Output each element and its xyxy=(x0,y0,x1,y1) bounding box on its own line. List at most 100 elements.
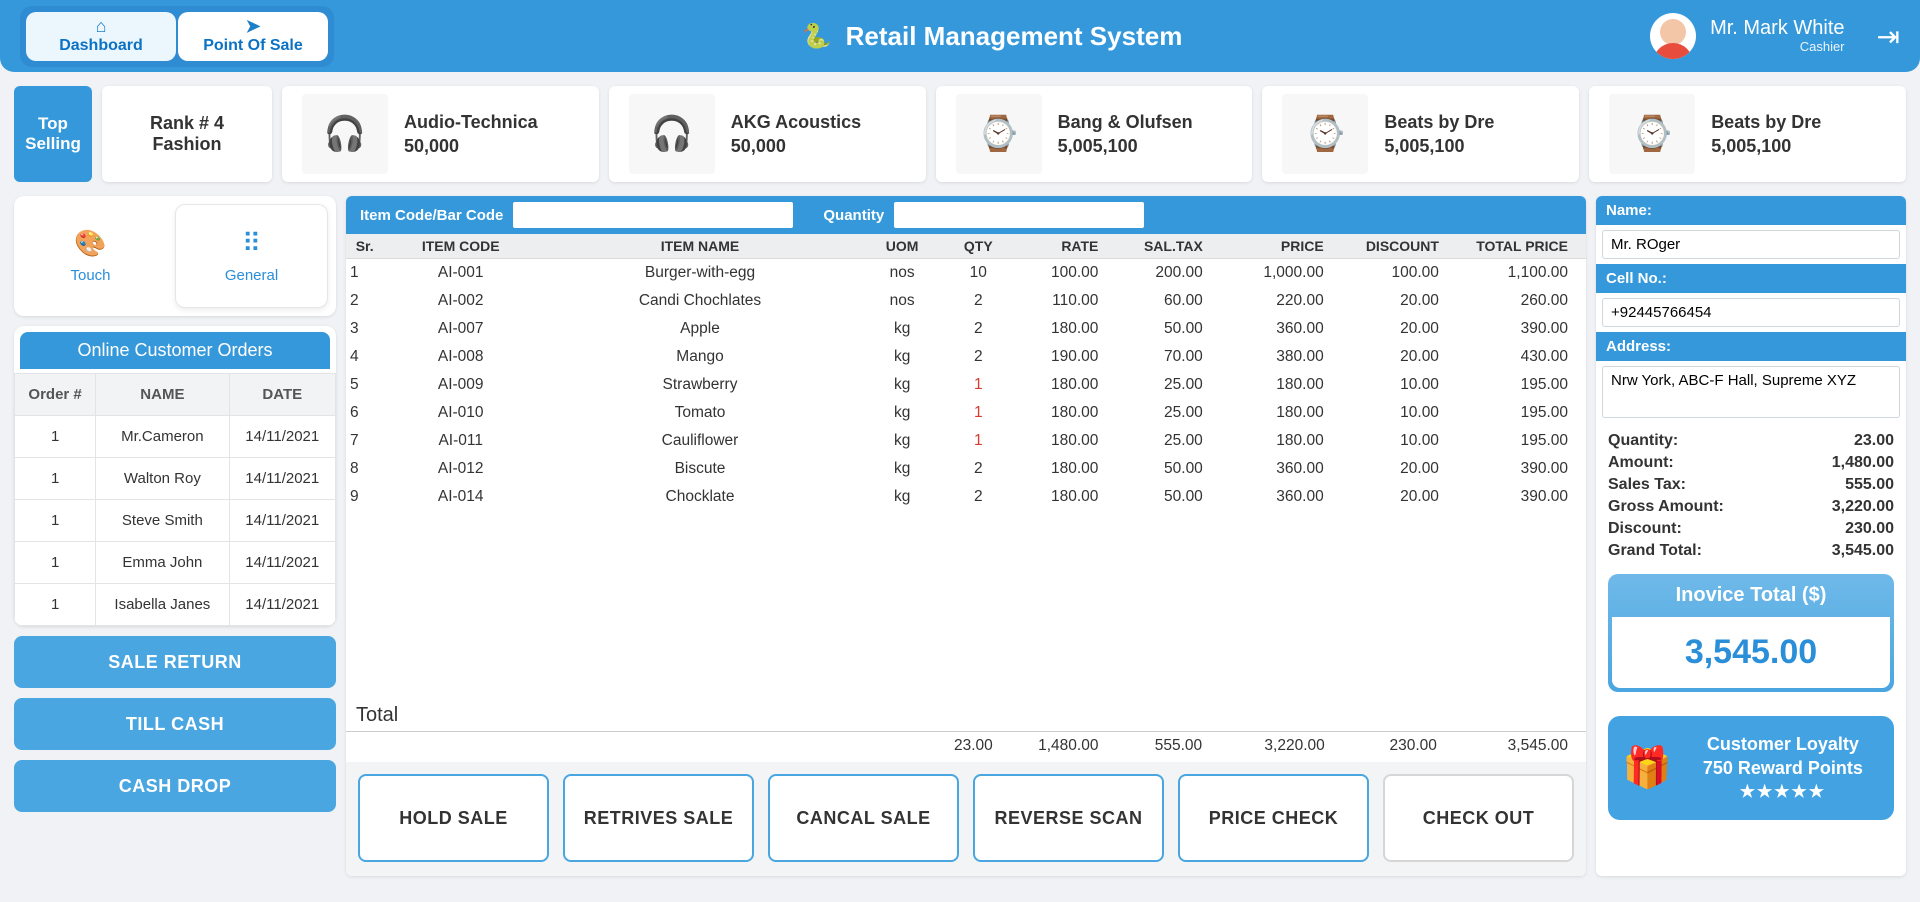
right-panel: Name: Cell No.: Address: Quantity:23.00A… xyxy=(1596,196,1906,876)
product-card[interactable]: ⌚ Beats by Dre 5,005,100 xyxy=(1589,86,1906,182)
grid-row[interactable]: 4AI-008Mangokg 2190.0070.00 380.0020.004… xyxy=(346,343,1586,371)
till-cash-button[interactable]: TILL CASH xyxy=(14,698,336,750)
orders-table: Order #NAMEDATE 1Mr.Cameron14/11/20211Wa… xyxy=(14,373,336,626)
order-row[interactable]: 1Steve Smith14/11/2021 xyxy=(15,500,336,542)
grid-row[interactable]: 8AI-012Biscutekg 2180.0050.00 360.0020.0… xyxy=(346,455,1586,483)
customer-cell-input[interactable] xyxy=(1602,298,1900,327)
sale-return-button[interactable]: SALE RETURN xyxy=(14,636,336,688)
mode-general[interactable]: ⠿ General xyxy=(175,204,328,308)
action-check out[interactable]: CHECK OUT xyxy=(1383,774,1574,862)
summary-row: Sales Tax:555.00 xyxy=(1608,474,1894,496)
invoice-total: Inovice Total ($) 3,545.00 xyxy=(1608,574,1894,692)
palette-icon: 🎨 xyxy=(74,228,106,259)
product-card[interactable]: 🎧 AKG Acoustics 50,000 xyxy=(609,86,926,182)
grid-row[interactable]: 5AI-009Strawberrykg 1180.0025.00 180.001… xyxy=(346,371,1586,399)
orders-col: DATE xyxy=(229,374,335,416)
invoice-total-value: 3,545.00 xyxy=(1612,617,1890,688)
sale-grid-panel: Item Code/Bar Code Quantity Sr.ITEM CODE… xyxy=(346,196,1586,876)
action-hold sale[interactable]: HOLD SALE xyxy=(358,774,549,862)
mode-switch: 🎨 Touch ⠿ General xyxy=(14,196,336,316)
name-label: Name: xyxy=(1596,196,1906,225)
product-card[interactable]: ⌚ Bang & Olufsen 5,005,100 xyxy=(936,86,1253,182)
grid-col: UOM xyxy=(862,234,943,259)
tab-dashboard[interactable]: ⌂ Dashboard xyxy=(26,12,176,61)
product-price: 50,000 xyxy=(731,134,861,158)
quantity-input[interactable] xyxy=(894,202,1144,228)
star-icon: ★★★★★ xyxy=(1686,781,1880,804)
product-image: 🎧 xyxy=(302,94,388,174)
qty-label: Quantity xyxy=(819,207,888,224)
summary-row: Quantity:23.00 xyxy=(1608,430,1894,452)
addr-label: Address: xyxy=(1596,332,1906,361)
product-name: Bang & Olufsen xyxy=(1058,112,1193,132)
product-price: 50,000 xyxy=(404,134,538,158)
product-card[interactable]: ⌚ Beats by Dre 5,005,100 xyxy=(1262,86,1579,182)
grid-row[interactable]: 2AI-002Candi Chochlatesnos 2110.0060.00 … xyxy=(346,287,1586,315)
action-row: HOLD SALERETRIVES SALECANCAL SALEREVERSE… xyxy=(346,762,1586,876)
product-name: Audio-Technica xyxy=(404,112,538,132)
loyalty-card[interactable]: 🎁 Customer Loyalty 750 Reward Points ★★★… xyxy=(1608,716,1894,820)
orders-col: NAME xyxy=(96,374,229,416)
customer-addr-input[interactable] xyxy=(1602,366,1900,418)
home-icon: ⌂ xyxy=(48,16,154,37)
orders-col: Order # xyxy=(15,374,96,416)
grid-col: DISCOUNT xyxy=(1342,234,1457,259)
product-image: 🎧 xyxy=(629,94,715,174)
grid-row[interactable]: 6AI-010Tomatokg 1180.0025.00 180.0010.00… xyxy=(346,399,1586,427)
summary-row: Gross Amount:3,220.00 xyxy=(1608,496,1894,518)
top-tabs: ⌂ Dashboard ➤ Point Of Sale xyxy=(20,6,334,67)
app-title: 🐍 Retail Management System xyxy=(802,21,1183,52)
order-row[interactable]: 1Emma John14/11/2021 xyxy=(15,542,336,584)
gift-icon: 🎁 xyxy=(1622,744,1672,791)
left-panel: 🎨 Touch ⠿ General Online Customer Orders… xyxy=(14,196,336,876)
loyalty-title: Customer Loyalty xyxy=(1686,732,1880,756)
grid-row[interactable]: 9AI-014Chocklatekg 2180.0050.00 360.0020… xyxy=(346,483,1586,511)
logout-icon[interactable]: ⇥ xyxy=(1877,20,1900,53)
action-price check[interactable]: PRICE CHECK xyxy=(1178,774,1369,862)
python-icon: 🐍 xyxy=(802,22,832,51)
grid-row[interactable]: 3AI-007Applekg 2180.0050.00 360.0020.003… xyxy=(346,315,1586,343)
send-icon: ➤ xyxy=(200,16,306,37)
topbar: ⌂ Dashboard ➤ Point Of Sale 🐍 Retail Man… xyxy=(0,0,1920,72)
grid-row[interactable]: 1AI-001Burger-with-eggnos 10100.00200.00… xyxy=(346,259,1586,288)
avatar[interactable] xyxy=(1650,13,1696,59)
product-price: 5,005,100 xyxy=(1384,134,1494,158)
code-label: Item Code/Bar Code xyxy=(356,207,507,224)
cash-drop-button[interactable]: CASH DROP xyxy=(14,760,336,812)
customer-box: Name: Cell No.: Address: Quantity:23.00A… xyxy=(1596,196,1906,876)
cell-label: Cell No.: xyxy=(1596,264,1906,293)
loyalty-points: 750 Reward Points xyxy=(1686,756,1880,780)
tab-pos[interactable]: ➤ Point Of Sale xyxy=(178,12,328,61)
grid-row[interactable]: 7AI-011Cauliflowerkg 1180.0025.00 180.00… xyxy=(346,427,1586,455)
scan-bar: Item Code/Bar Code Quantity xyxy=(346,196,1586,234)
product-image: ⌚ xyxy=(956,94,1042,174)
grid-col: TOTAL PRICE xyxy=(1457,234,1586,259)
item-code-input[interactable] xyxy=(513,202,793,228)
customer-name-input[interactable] xyxy=(1602,230,1900,259)
total-label: Total xyxy=(346,694,1586,731)
order-row[interactable]: 1Isabella Janes14/11/2021 xyxy=(15,584,336,626)
top-selling-strip: Top Selling Rank # 4 Fashion 🎧 Audio-Tec… xyxy=(14,86,1906,182)
mode-touch[interactable]: 🎨 Touch xyxy=(14,196,167,316)
action-reverse scan[interactable]: REVERSE SCAN xyxy=(973,774,1164,862)
product-card[interactable]: 🎧 Audio-Technica 50,000 xyxy=(282,86,599,182)
order-row[interactable]: 1Mr.Cameron14/11/2021 xyxy=(15,416,336,458)
grid-col: PRICE xyxy=(1221,234,1342,259)
product-price: 5,005,100 xyxy=(1711,134,1821,158)
order-row[interactable]: 1Walton Roy14/11/2021 xyxy=(15,458,336,500)
invoice-total-label: Inovice Total ($) xyxy=(1608,574,1894,617)
tab-label: Dashboard xyxy=(59,37,143,54)
rank-card[interactable]: Rank # 4 Fashion xyxy=(102,86,272,182)
sale-grid: Sr.ITEM CODEITEM NAMEUOMQTYRATESAL.TAXPR… xyxy=(346,234,1586,511)
top-selling-badge: Top Selling xyxy=(14,86,92,182)
user-role: Cashier xyxy=(1710,39,1844,54)
grid-col: Sr. xyxy=(346,234,383,259)
grid-icon: ⠿ xyxy=(242,228,261,259)
summary-row: Discount:230.00 xyxy=(1608,518,1894,540)
grid-col: SAL.TAX xyxy=(1116,234,1220,259)
action-cancal sale[interactable]: CANCAL SALE xyxy=(768,774,959,862)
summary-row: Amount:1,480.00 xyxy=(1608,452,1894,474)
action-retrives sale[interactable]: RETRIVES SALE xyxy=(563,774,754,862)
grid-col: RATE xyxy=(1014,234,1116,259)
grid-col: QTY xyxy=(942,234,1014,259)
